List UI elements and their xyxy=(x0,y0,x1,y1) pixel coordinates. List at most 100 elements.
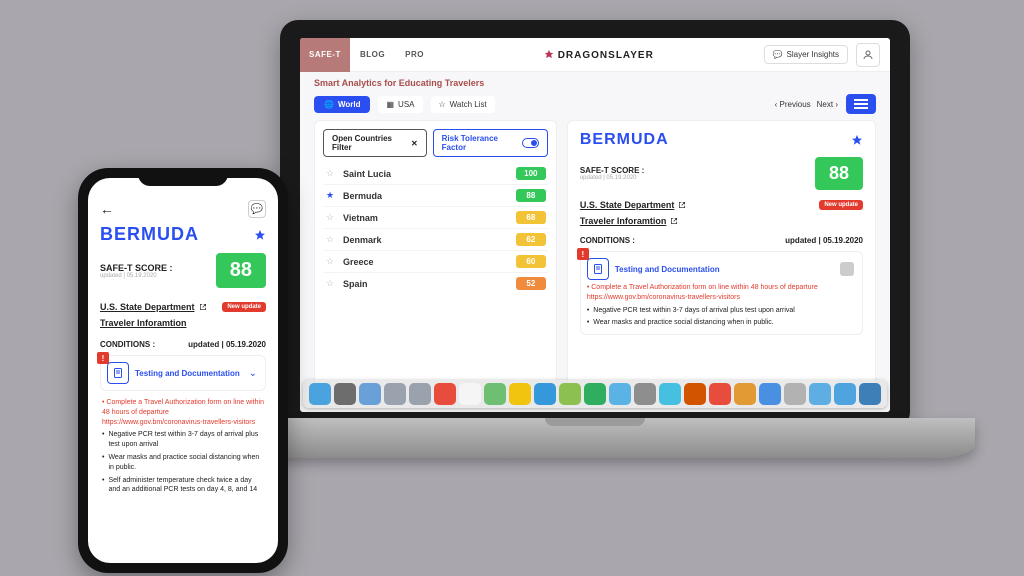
next-button[interactable]: Next › xyxy=(817,100,838,109)
dock-app-icon[interactable] xyxy=(784,383,806,405)
equalizer-icon xyxy=(854,103,868,105)
country-name: Bermuda xyxy=(343,191,508,201)
document-icon xyxy=(107,362,129,384)
condition-alert-text: • Complete a Travel Authorization form o… xyxy=(100,394,266,427)
open-countries-filter-chip[interactable]: Open Countries Filter ✕ xyxy=(323,129,427,157)
dock-app-icon[interactable] xyxy=(434,383,456,405)
dock-app-icon[interactable] xyxy=(734,383,756,405)
dock-app-icon[interactable] xyxy=(759,383,781,405)
star-icon: ☆ xyxy=(439,100,446,109)
filter-watchlist-button[interactable]: ☆ Watch List xyxy=(431,96,495,113)
dock-app-icon[interactable] xyxy=(309,383,331,405)
chip-label: Open Countries Filter xyxy=(332,134,407,152)
country-row[interactable]: ★Bermuda88 xyxy=(323,185,548,207)
star-icon[interactable]: ☆ xyxy=(325,213,335,223)
collapse-icon[interactable] xyxy=(840,262,854,276)
score-value: 88 xyxy=(216,253,266,288)
brand-logo: DRAGONSLAYER xyxy=(434,49,764,61)
dock-app-icon[interactable] xyxy=(484,383,506,405)
toggle-icon[interactable] xyxy=(522,138,539,148)
dock-app-icon[interactable] xyxy=(684,383,706,405)
laptop-screen: SAFE-T BLOG PRO DRAGONSLAYER 💬 Slayer In… xyxy=(300,38,890,412)
profile-button[interactable] xyxy=(856,43,880,67)
slayer-insights-button[interactable]: 💬 Slayer Insights xyxy=(764,45,848,64)
conditions-label: CONDITIONS : xyxy=(100,340,155,349)
country-name: Greece xyxy=(343,257,508,267)
dock-app-icon[interactable] xyxy=(634,383,656,405)
country-detail-panel: BERMUDA SAFE-T SCORE : updated | 05.19.2… xyxy=(567,120,876,400)
condition-card: Testing and Documentation • Complete a T… xyxy=(580,251,863,335)
document-icon xyxy=(587,258,609,280)
dock-app-icon[interactable] xyxy=(459,383,481,405)
state-department-link[interactable]: U.S. State Department xyxy=(580,200,687,210)
external-link-icon xyxy=(678,201,686,209)
star-icon[interactable]: ☆ xyxy=(325,235,335,245)
close-icon[interactable]: ✕ xyxy=(411,139,418,148)
dock-app-icon[interactable] xyxy=(809,383,831,405)
condition-bullet: Wear masks and practice social distancin… xyxy=(587,318,854,328)
state-department-link[interactable]: U.S. State Department xyxy=(100,302,207,312)
dock-app-icon[interactable] xyxy=(509,383,531,405)
country-row[interactable]: ☆Vietnam68 xyxy=(323,207,548,229)
country-row[interactable]: ☆Saint Lucia100 xyxy=(323,163,548,185)
country-score-pill: 100 xyxy=(516,167,546,180)
external-links: U.S. State Department New update Travele… xyxy=(580,200,863,226)
dock-app-icon[interactable] xyxy=(859,383,881,405)
country-score-pill: 52 xyxy=(516,277,546,290)
star-icon[interactable]: ★ xyxy=(325,191,335,201)
external-link-icon xyxy=(199,303,207,311)
country-list: ☆Saint Lucia100★Bermuda88☆Vietnam68☆Denm… xyxy=(323,163,548,294)
tab-pro[interactable]: PRO xyxy=(395,50,434,59)
dock-app-icon[interactable] xyxy=(359,383,381,405)
chevron-down-icon[interactable]: ⌄ xyxy=(249,368,257,379)
tab-blog[interactable]: BLOG xyxy=(350,50,395,59)
traveler-info-link[interactable]: Traveler Inforamtion xyxy=(580,216,863,226)
country-score-pill: 62 xyxy=(516,233,546,246)
dock-app-icon[interactable] xyxy=(559,383,581,405)
condition-card: Testing and Documentation ⌄ xyxy=(100,355,266,391)
risk-tolerance-chip[interactable]: Risk Tolerance Factor xyxy=(433,129,548,157)
dock-app-icon[interactable] xyxy=(659,383,681,405)
condition-bullet: Negative PCR test within 3-7 days of arr… xyxy=(100,430,266,450)
mac-dock[interactable] xyxy=(303,380,887,408)
brand-text: DRAGONSLAYER xyxy=(558,50,654,61)
dock-app-icon[interactable] xyxy=(709,383,731,405)
tab-safe-t[interactable]: SAFE-T xyxy=(300,38,350,72)
slayer-insights-label: Slayer Insights xyxy=(787,50,839,59)
condition-header[interactable]: Testing and Documentation ⌄ xyxy=(107,362,257,384)
view-toggle-button[interactable] xyxy=(846,94,876,114)
dock-app-icon[interactable] xyxy=(609,383,631,405)
score-label: SAFE-T SCORE : xyxy=(100,263,173,273)
star-icon[interactable]: ☆ xyxy=(325,257,335,267)
filter-usa-label: USA xyxy=(398,100,414,109)
filter-world-button[interactable]: 🌐 World xyxy=(314,96,370,113)
dock-app-icon[interactable] xyxy=(384,383,406,405)
prev-button[interactable]: ‹ Previous xyxy=(775,100,811,109)
dock-app-icon[interactable] xyxy=(534,383,556,405)
chip-row: Open Countries Filter ✕ Risk Tolerance F… xyxy=(323,129,548,157)
conditions-updated: updated | 05.19.2020 xyxy=(785,236,863,245)
link-label: Traveler Inforamtion xyxy=(580,216,667,226)
condition-header: Testing and Documentation xyxy=(587,258,854,280)
country-row[interactable]: ☆Denmark62 xyxy=(323,229,548,251)
favorite-star-icon[interactable] xyxy=(851,134,863,146)
star-icon[interactable]: ☆ xyxy=(325,279,335,289)
dock-app-icon[interactable] xyxy=(409,383,431,405)
country-row[interactable]: ☆Greece60 xyxy=(323,251,548,273)
country-row[interactable]: ☆Spain52 xyxy=(323,273,548,294)
filter-usa-button[interactable]: ▦ USA xyxy=(378,96,422,113)
dock-app-icon[interactable] xyxy=(334,383,356,405)
phone-links: U.S. State Department New update Travele… xyxy=(88,302,278,495)
star-icon[interactable]: ☆ xyxy=(325,169,335,179)
laptop-device: SAFE-T BLOG PRO DRAGONSLAYER 💬 Slayer In… xyxy=(280,20,910,450)
score-label: SAFE-T SCORE : xyxy=(580,166,644,175)
dock-app-icon[interactable] xyxy=(834,383,856,405)
topbar: SAFE-T BLOG PRO DRAGONSLAYER 💬 Slayer In… xyxy=(300,38,890,72)
back-button[interactable]: ← xyxy=(100,201,114,217)
insights-icon[interactable]: 💬 xyxy=(248,200,266,218)
dragon-logo-icon xyxy=(544,49,554,59)
dock-app-icon[interactable] xyxy=(584,383,606,405)
favorite-star-icon[interactable] xyxy=(254,229,266,241)
traveler-info-link[interactable]: Traveler Inforamtion xyxy=(100,318,187,328)
condition-title: Testing and Documentation xyxy=(135,369,240,378)
